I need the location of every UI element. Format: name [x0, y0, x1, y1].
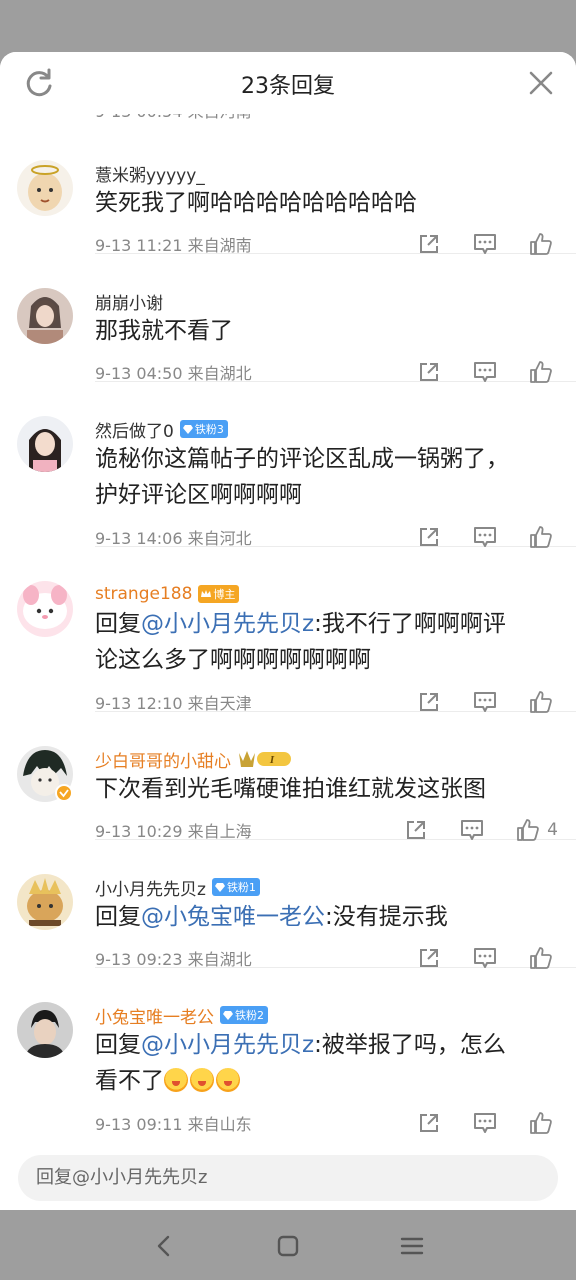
comment-text: 回复@小兔宝唯一老公:没有提示我 — [95, 899, 545, 935]
comment-text-line: 诡秘你这篇帖子的评论区乱成一锅粥了， — [95, 446, 509, 472]
comment-meta: 9-13 12:10 来自天津 — [95, 694, 252, 713]
list-item: 然后做了0 铁粉3 诡秘你这篇帖子的评论区乱成一锅粥了， 护好评论区啊啊啊啊 9… — [17, 382, 576, 548]
system-nav-bar — [0, 1210, 576, 1280]
crown-icon — [201, 590, 212, 597]
comment-text: 下次看到光毛嘴硬谁拍谁红就发这张图 — [95, 776, 486, 802]
comment-text-part: :被举报了吗，怎么 — [314, 1032, 506, 1058]
fan-badge-label: 铁粉1 — [226, 881, 256, 894]
comment-text-line: 论这么多了啊啊啊啊啊啊啊 — [95, 647, 371, 673]
diamond-icon — [223, 1011, 233, 1020]
home-icon[interactable] — [274, 1232, 302, 1260]
comment-text: 诡秘你这篇帖子的评论区乱成一锅粥了， 护好评论区啊啊啊啊 — [95, 441, 545, 513]
like-count: 4 — [547, 820, 558, 840]
sheet-header: 23条回复 — [0, 52, 576, 114]
emoji-icon — [190, 1068, 214, 1092]
user-name[interactable]: 小兔宝唯一老公 — [95, 1003, 214, 1028]
mention-link[interactable]: @小小月先先贝z — [141, 611, 314, 637]
host-badge: 博主 — [198, 585, 240, 603]
comment-text-part: :没有提示我 — [325, 904, 448, 930]
user-name[interactable]: 然后做了0 — [95, 417, 174, 442]
list-item: 小小月先先贝z 铁粉1 回复@小兔宝唯一老公:没有提示我 9-13 09:23 … — [17, 840, 576, 969]
fan-badge: 铁粉3 — [179, 420, 228, 438]
fan-badge: 铁粉2 — [220, 1006, 268, 1024]
diamond-icon — [182, 425, 193, 434]
mention-link[interactable]: @小小月先先贝z — [141, 1032, 314, 1058]
comment-meta: 9-13 04:50 来自湖北 — [95, 364, 252, 383]
user-name[interactable]: strange188 — [95, 584, 192, 604]
avatar[interactable] — [17, 746, 73, 802]
avatar[interactable] — [17, 288, 73, 344]
comment-meta: 9-13 09:23 来自湖北 — [95, 950, 252, 969]
list-item: 小兔宝唯一老公 铁粉2 回复@小小月先先贝z:被举报了吗，怎么 看不了 9-13… — [17, 968, 576, 1136]
fan-badge-label: 铁粉3 — [194, 423, 224, 436]
vip-badge: I — [239, 749, 293, 769]
comment-meta: 9-13 14:06 来自河北 — [95, 529, 252, 548]
host-badge-label: 博主 — [213, 588, 236, 601]
back-icon[interactable] — [150, 1232, 178, 1260]
like-icon[interactable] — [528, 1110, 554, 1136]
vip-level: I — [269, 754, 275, 766]
close-icon[interactable] — [526, 68, 556, 98]
comment-meta: 9-13 10:29 来自上海 — [95, 822, 252, 841]
menu-icon[interactable] — [398, 1232, 426, 1260]
emoji-icon — [216, 1068, 240, 1092]
mention-link[interactable]: @小兔宝唯一老公 — [141, 904, 325, 930]
avatar[interactable] — [17, 581, 73, 637]
comment-list: 薏米粥yyyyy_ 笑死我了啊哈哈哈哈哈哈哈哈哈 9-13 11:21 来自湖南… — [0, 126, 576, 1136]
comment-text: 笑死我了啊哈哈哈哈哈哈哈哈哈 — [95, 190, 417, 216]
comment-text: 回复@小小月先先贝z:我不行了啊啊啊评 论这么多了啊啊啊啊啊啊啊 — [95, 606, 545, 678]
comment-meta: 9-13 11:21 来自湖南 — [95, 236, 252, 255]
comment-text-line: 看不了 — [95, 1068, 164, 1094]
reply-input[interactable]: 回复@小小月先先贝z — [18, 1155, 558, 1201]
user-name[interactable]: 薏米粥yyyyy_ — [95, 161, 205, 186]
list-item: 崩崩小谢 那我就不看了 9-13 04:50 来自湖北 — [17, 254, 576, 383]
reply-prefix: 回复 — [95, 1032, 141, 1058]
user-name[interactable]: 小小月先先贝z — [95, 875, 206, 900]
replies-sheet: 23条回复 9-13 00:54 来自河南 薏米粥yyyyy_ 笑死我了啊哈哈哈… — [0, 52, 576, 1210]
comment-meta: 9-13 09:11 来自山东 — [95, 1115, 252, 1134]
list-item: 少白哥哥的小甜心 I 下次看到光毛嘴硬谁拍谁红就发这张图 9-13 10:29 … — [17, 712, 576, 841]
comment-text-line: 护好评论区啊啊啊啊 — [95, 482, 302, 508]
emoji-icon — [164, 1068, 188, 1092]
comment-text: 回复@小小月先先贝z:被举报了吗，怎么 看不了 — [95, 1027, 545, 1099]
comment-text: 那我就不看了 — [95, 318, 233, 344]
fan-badge-label: 铁粉2 — [235, 1009, 264, 1022]
reply-prefix: 回复 — [95, 611, 141, 637]
avatar[interactable] — [17, 874, 73, 930]
avatar[interactable] — [17, 1002, 73, 1058]
diamond-icon — [214, 883, 225, 892]
avatar[interactable] — [17, 416, 73, 472]
user-name[interactable]: 崩崩小谢 — [95, 289, 163, 314]
avatar[interactable] — [17, 160, 73, 216]
reply-prefix: 回复 — [95, 904, 141, 930]
fan-badge: 铁粉1 — [211, 878, 260, 896]
user-name[interactable]: 少白哥哥的小甜心 — [95, 747, 231, 772]
list-item: 薏米粥yyyyy_ 笑死我了啊哈哈哈哈哈哈哈哈哈 9-13 11:21 来自湖南 — [17, 126, 576, 255]
sheet-title: 23条回复 — [241, 74, 335, 99]
list-item: strange188 博主 回复@小小月先先贝z:我不行了啊啊啊评 论这么多了啊… — [17, 547, 576, 713]
comment-icon[interactable] — [472, 1110, 498, 1136]
share-icon[interactable] — [416, 1110, 442, 1136]
comment-text-part: :我不行了啊啊啊评 — [314, 611, 506, 637]
